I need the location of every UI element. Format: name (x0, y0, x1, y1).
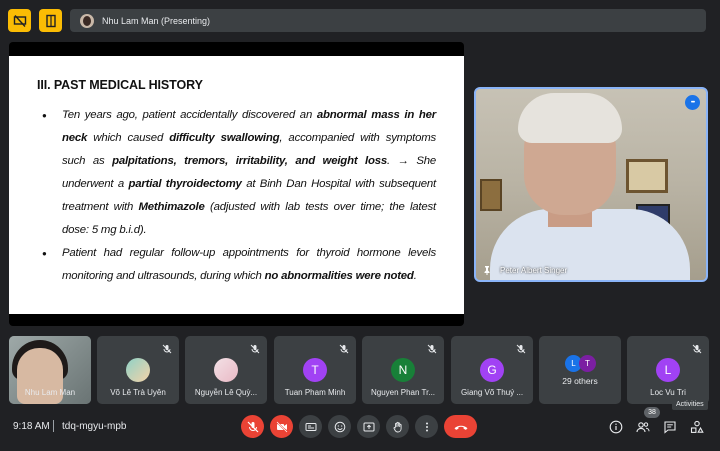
pin-icon (484, 266, 490, 275)
mic-off-icon (339, 344, 349, 354)
clock: 9:18 AM (13, 421, 50, 432)
slide: III. PAST MEDICAL HISTORY Ten years ago,… (9, 56, 464, 314)
participant-name: Nguyen Phan Tr... (370, 388, 436, 397)
presenter-banner[interactable]: Nhu Lam Man (Presenting) (70, 9, 706, 32)
door-icon (45, 14, 56, 27)
speaker-name: Peter Albert Singer (500, 265, 568, 275)
others-count: 29 others (562, 376, 598, 386)
camera-off-icon (275, 420, 288, 433)
people-icon[interactable] (636, 420, 650, 434)
speaker-hair (518, 93, 622, 143)
end-call-button[interactable] (444, 415, 477, 438)
mic-toggle-button[interactable] (241, 415, 264, 438)
participant-name: Giang Võ Thuý ... (460, 388, 524, 397)
participant-name: Tuan Pham Minh (284, 388, 346, 397)
mic-off-icon (427, 344, 437, 354)
participant-tile[interactable]: Nguyễn Lê Quỳ... (185, 336, 267, 404)
divider (53, 420, 54, 432)
avatar (214, 358, 238, 382)
top-bar: Nhu Lam Man (Presenting) (0, 0, 720, 40)
more-options-button[interactable] (415, 415, 438, 438)
present-icon (363, 422, 374, 431)
participant-tile[interactable]: N Nguyen Phan Tr... (362, 336, 444, 404)
wall-frame (626, 159, 668, 193)
slide-bullet: Ten years ago, patient accidentally disc… (37, 104, 436, 242)
presenter-name: Nhu Lam Man (Presenting) (102, 15, 211, 26)
slide-title: III. PAST MEDICAL HISTORY (37, 78, 203, 92)
mic-off-icon (516, 344, 526, 354)
present-button[interactable] (357, 415, 380, 438)
mic-off-icon (692, 344, 702, 354)
mic-off-icon (250, 344, 260, 354)
chat-icon[interactable] (663, 420, 677, 434)
meeting-code: tdq-mgyu-mpb (62, 421, 127, 432)
avatar: T (579, 355, 596, 372)
participant-name: Nguyễn Lê Quỳ... (194, 388, 258, 397)
bold-text: partial thyroidectomy (128, 178, 242, 190)
bullet-text: which caused (87, 132, 170, 144)
reactions-button[interactable] (328, 415, 351, 438)
bold-text: Methimazole (138, 201, 205, 213)
bottom-bar: 9:18 AM tdq-mgyu-mpb (0, 410, 720, 446)
activities-icon[interactable] (690, 420, 704, 434)
participant-name: Nhu Lam Man (24, 388, 76, 397)
avatar (80, 13, 94, 28)
screen-share-off-icon (13, 14, 26, 27)
mic-off-icon (247, 421, 258, 432)
raise-hand-button[interactable] (386, 415, 409, 438)
camera-toggle-button[interactable] (270, 415, 293, 438)
phone-hangup-icon (454, 425, 467, 430)
more-vert-icon (425, 422, 428, 431)
mic-off-icon (162, 344, 172, 354)
slide-bullet: Patient had regular follow-up appointmen… (37, 242, 436, 288)
participant-tile[interactable]: Võ Lê Trà Uyên (97, 336, 179, 404)
speaker-label: Peter Albert Singer (482, 265, 567, 275)
hand-icon (393, 421, 402, 432)
info-icon[interactable] (609, 420, 623, 434)
more-icon: ••• (690, 99, 695, 106)
participant-name: Võ Lê Trà Uyên (110, 388, 166, 397)
avatar: N (391, 358, 415, 382)
activities-tooltip: Activities (672, 398, 708, 410)
more-options-button[interactable]: ••• (685, 95, 700, 110)
avatar: T (303, 358, 327, 382)
presentation-off-button[interactable] (8, 9, 31, 32)
bullet-text: . (413, 270, 417, 282)
slide-bullets: Ten years ago, patient accidentally disc… (37, 104, 436, 288)
participant-name: Loc Vu Tri (650, 388, 686, 397)
others-tile[interactable]: L T 29 others (539, 336, 621, 404)
participant-tile[interactable]: T Tuan Pham Minh (274, 336, 356, 404)
bullet-text: Ten years ago, patient accidentally disc… (62, 109, 317, 121)
captions-button[interactable] (299, 415, 322, 438)
participant-tile[interactable]: L Loc Vu Tri (627, 336, 709, 404)
layout-button[interactable] (39, 9, 62, 32)
speaker-tile[interactable]: ••• Peter Albert Singer (474, 87, 708, 282)
avatar: L (656, 358, 680, 382)
bold-text: palpitations, tremors, irritability, and… (112, 155, 387, 167)
wall-frame (480, 179, 502, 211)
emoji-icon (334, 421, 345, 432)
avatar (126, 358, 150, 382)
participant-tile[interactable]: G Giang Võ Thuý ... (451, 336, 533, 404)
participant-tile-self[interactable]: Nhu Lam Man (9, 336, 91, 404)
presentation-view: III. PAST MEDICAL HISTORY Ten years ago,… (9, 42, 464, 326)
bold-text: no abnormalities were noted (264, 270, 414, 282)
bold-text: difficulty swallowing (169, 132, 280, 144)
avatar: G (480, 358, 504, 382)
captions-icon (305, 422, 316, 431)
